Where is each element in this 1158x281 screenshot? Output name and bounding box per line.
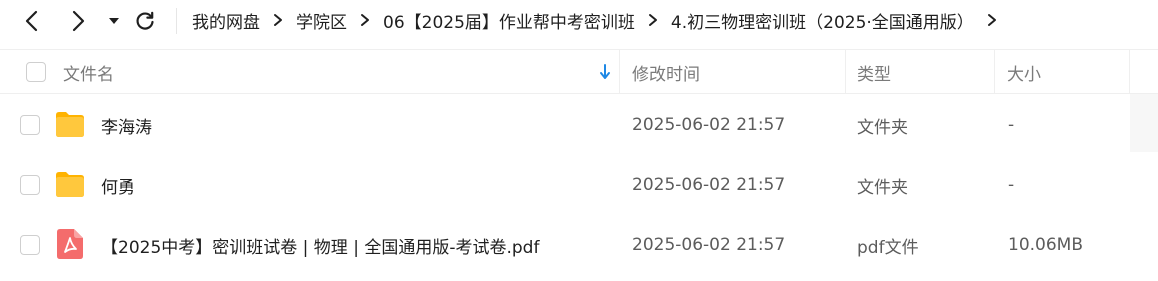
chevron-right-icon <box>635 10 671 30</box>
column-divider[interactable] <box>845 50 846 94</box>
file-name[interactable]: 李海涛 <box>101 95 152 155</box>
file-name[interactable]: 【2025中考】密训班试卷 | 物理 | 全国通用版-考试卷.pdf <box>101 215 539 275</box>
file-size: - <box>1008 115 1015 135</box>
breadcrumb-item-academy[interactable]: 学院区 <box>296 8 347 33</box>
folder-icon <box>56 172 84 197</box>
file-size: - <box>1008 175 1015 195</box>
table-row[interactable]: 李海涛 2025-06-02 21:57 文件夹 - <box>0 95 1130 155</box>
row-checkbox[interactable] <box>20 175 40 195</box>
refresh-button[interactable] <box>129 5 161 37</box>
forward-button[interactable] <box>63 5 95 37</box>
chevron-left-icon <box>25 10 38 32</box>
file-type: 文件夹 <box>857 117 908 138</box>
column-header-size[interactable]: 大小 <box>1007 50 1041 94</box>
file-type: 文件夹 <box>857 177 908 198</box>
row-checkbox[interactable] <box>20 235 40 255</box>
file-size: 10.06MB <box>1008 235 1083 255</box>
column-header-type[interactable]: 类型 <box>857 50 891 94</box>
file-name[interactable]: 何勇 <box>101 155 135 215</box>
file-type: pdf文件 <box>857 237 919 258</box>
row-checkbox[interactable] <box>20 115 40 135</box>
column-divider[interactable] <box>994 50 995 94</box>
column-divider <box>1129 50 1130 94</box>
column-header-modified[interactable]: 修改时间 <box>632 50 700 94</box>
history-dropdown-button[interactable] <box>102 5 126 37</box>
table-row[interactable]: 【2025中考】密训班试卷 | 物理 | 全国通用版-考试卷.pdf 2025-… <box>0 215 1130 275</box>
scrollbar-track[interactable] <box>1130 94 1158 152</box>
column-divider[interactable] <box>619 50 620 94</box>
breadcrumb-item-my-drive[interactable]: 我的网盘 <box>192 8 260 33</box>
breadcrumb-item-current-folder[interactable]: 4.初三物理密训班（2025·全国通用版） <box>671 8 974 33</box>
toolbar-divider <box>176 8 177 34</box>
back-button[interactable] <box>15 5 47 37</box>
file-list-header: 文件名 修改时间 类型 大小 <box>0 49 1158 94</box>
breadcrumb-item-course[interactable]: 06【2025届】作业帮中考密训班 <box>383 8 635 33</box>
chevron-right-icon <box>72 10 85 32</box>
pdf-icon <box>57 229 83 259</box>
breadcrumb: 我的网盘 学院区 06【2025届】作业帮中考密训班 4.初三物理密训班（202… <box>192 0 1010 40</box>
chevron-right-icon <box>347 10 383 30</box>
caret-down-icon <box>109 18 119 24</box>
chevron-right-icon <box>260 10 296 30</box>
sort-down-arrow-icon[interactable] <box>598 63 612 81</box>
toolbar: 我的网盘 学院区 06【2025届】作业帮中考密训班 4.初三物理密训班（202… <box>0 0 1158 42</box>
select-all-checkbox[interactable] <box>26 62 46 82</box>
table-row[interactable]: 何勇 2025-06-02 21:57 文件夹 - <box>0 155 1130 215</box>
modified-time: 2025-06-02 21:57 <box>632 175 786 195</box>
column-header-name[interactable]: 文件名 <box>63 50 114 94</box>
modified-time: 2025-06-02 21:57 <box>632 235 786 255</box>
modified-time: 2025-06-02 21:57 <box>632 115 786 135</box>
breadcrumb-more-button[interactable] <box>974 10 1010 30</box>
chevron-right-icon <box>987 14 996 26</box>
refresh-icon <box>136 11 154 30</box>
folder-icon <box>56 112 84 137</box>
